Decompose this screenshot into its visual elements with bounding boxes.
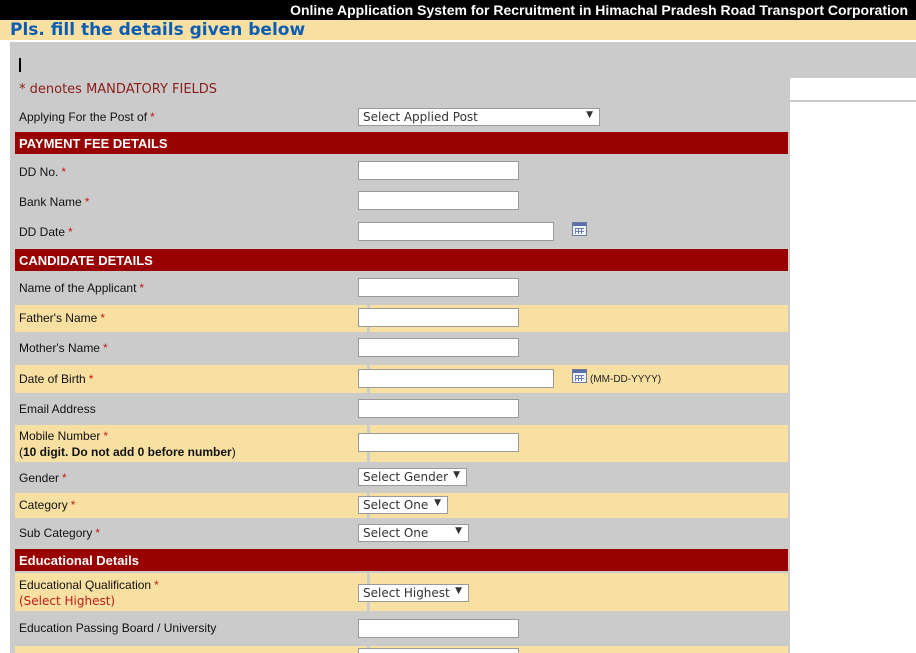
dd-no-label: DD No. * <box>19 165 67 179</box>
dd-date-input[interactable] <box>358 222 554 241</box>
right-blank-area <box>790 78 916 653</box>
page-subtitle: Pls. fill the details given below <box>10 20 306 40</box>
applied-post-select[interactable]: Select Applied Post ▼ <box>358 108 600 126</box>
mobile-hint: (10 digit. Do not add 0 before number) <box>19 445 236 459</box>
mother-name-input[interactable] <box>358 338 519 357</box>
email-label: Email Address <box>19 402 96 416</box>
top-header-bar: Online Application System for Recruitmen… <box>0 0 916 20</box>
dd-date-label: DD Date * <box>19 225 73 239</box>
mother-name-label: Mother's Name * <box>19 341 108 355</box>
father-name-input[interactable] <box>358 308 519 327</box>
applied-post-label: Applying For the Post of * <box>19 110 155 124</box>
father-name-label: Father's Name * <box>19 311 105 325</box>
sub-category-label: Sub Category * <box>19 526 101 540</box>
text-cursor <box>19 58 21 72</box>
dropdown-arrow-icon: ▼ <box>453 470 460 480</box>
sub-category-select[interactable]: Select One ▼ <box>358 524 469 542</box>
right-divider <box>790 100 916 102</box>
email-input[interactable] <box>358 399 519 418</box>
education-board-input[interactable] <box>358 619 519 638</box>
dd-no-input[interactable] <box>358 161 519 180</box>
bank-name-input[interactable] <box>358 191 519 210</box>
section-candidate-header: CANDIDATE DETAILS <box>15 249 788 271</box>
applicant-name-label: Name of the Applicant * <box>19 281 145 295</box>
dropdown-arrow-icon: ▼ <box>586 110 593 120</box>
gender-select[interactable]: Select Gender ▼ <box>358 468 467 486</box>
app-title: Online Application System for Recruitmen… <box>290 2 908 18</box>
education-board-label: Education Passing Board / University <box>19 621 217 635</box>
section-payment-header: PAYMENT FEE DETAILS <box>15 132 788 154</box>
applicant-name-input[interactable] <box>358 278 519 297</box>
mobile-input[interactable] <box>358 433 519 452</box>
category-select[interactable]: Select One ▼ <box>358 496 448 514</box>
bank-name-label: Bank Name * <box>19 195 90 209</box>
mandatory-note: * denotes MANDATORY FIELDS <box>19 82 218 97</box>
qualification-hint: (Select Highest) <box>19 594 116 608</box>
calendar-icon[interactable] <box>572 369 587 383</box>
category-label: Category * <box>19 498 76 512</box>
dropdown-arrow-icon: ▼ <box>434 498 441 508</box>
calendar-icon[interactable] <box>572 222 587 236</box>
next-field-input[interactable] <box>358 648 519 653</box>
qualification-label: Educational Qualification * <box>19 578 159 592</box>
dropdown-arrow-icon: ▼ <box>455 586 462 596</box>
subtitle-bar: Pls. fill the details given below <box>0 20 916 40</box>
dob-format-hint: (MM-DD-YYYY) <box>590 374 662 385</box>
dob-label: Date of Birth * <box>19 372 94 386</box>
mobile-label: Mobile Number * <box>19 429 109 443</box>
dob-input[interactable] <box>358 369 554 388</box>
section-education-header: Educational Details <box>15 549 788 571</box>
gender-label: Gender * <box>19 471 67 485</box>
qualification-select[interactable]: Select Highest ▼ <box>358 584 469 602</box>
dropdown-arrow-icon: ▼ <box>455 526 462 536</box>
